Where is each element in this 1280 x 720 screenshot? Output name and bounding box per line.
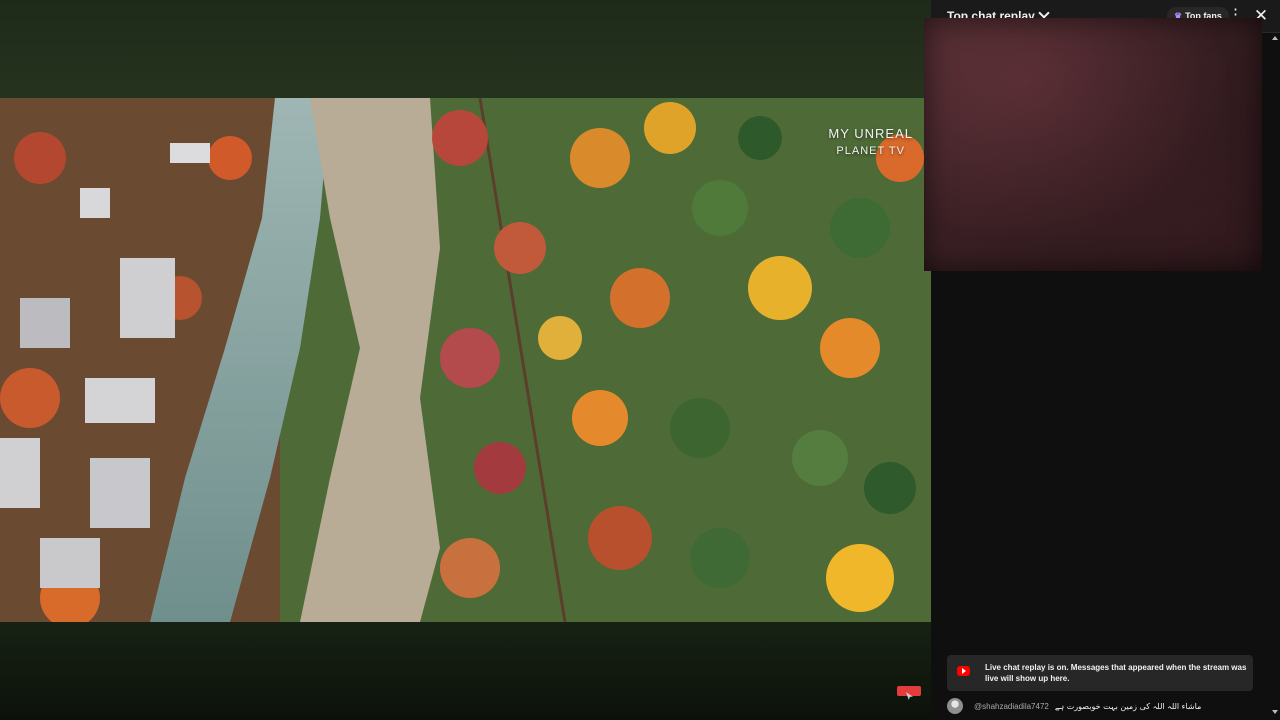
scroll-up-icon[interactable] bbox=[1272, 36, 1278, 40]
live-indicator-icon[interactable] bbox=[897, 686, 921, 696]
youtube-icon bbox=[957, 666, 970, 676]
webcam-overlay bbox=[924, 18, 1262, 271]
watermark-line-2: PLANET TV bbox=[836, 145, 905, 157]
video-frame-aerial-forest[interactable]: MY UNREAL PLANET TV bbox=[0, 98, 931, 622]
message-text: ماشاء اللہ اللہ کی زمین بہت خوبصورت ہے bbox=[1054, 701, 1202, 711]
channel-watermark: MY UNREAL PLANET TV bbox=[828, 126, 913, 157]
scroll-down-icon[interactable] bbox=[1272, 710, 1278, 714]
video-player[interactable]: MY UNREAL PLANET TV bbox=[0, 0, 931, 720]
aerial-scenery-image bbox=[0, 98, 931, 622]
chevron-down-icon bbox=[1038, 7, 1050, 19]
chat-message[interactable]: @shahzadiadila7472 ماشاء اللہ اللہ کی زم… bbox=[947, 697, 1257, 715]
watermark-line-1: MY UNREAL bbox=[828, 126, 913, 141]
chat-replay-banner: Live chat replay is on. Messages that ap… bbox=[947, 655, 1253, 691]
avatar[interactable] bbox=[947, 698, 963, 714]
message-author[interactable]: @shahzadiadila7472 bbox=[974, 702, 1049, 711]
replay-notice-text: Live chat replay is on. Messages that ap… bbox=[985, 663, 1247, 683]
chat-scrollbar[interactable] bbox=[1270, 34, 1280, 720]
